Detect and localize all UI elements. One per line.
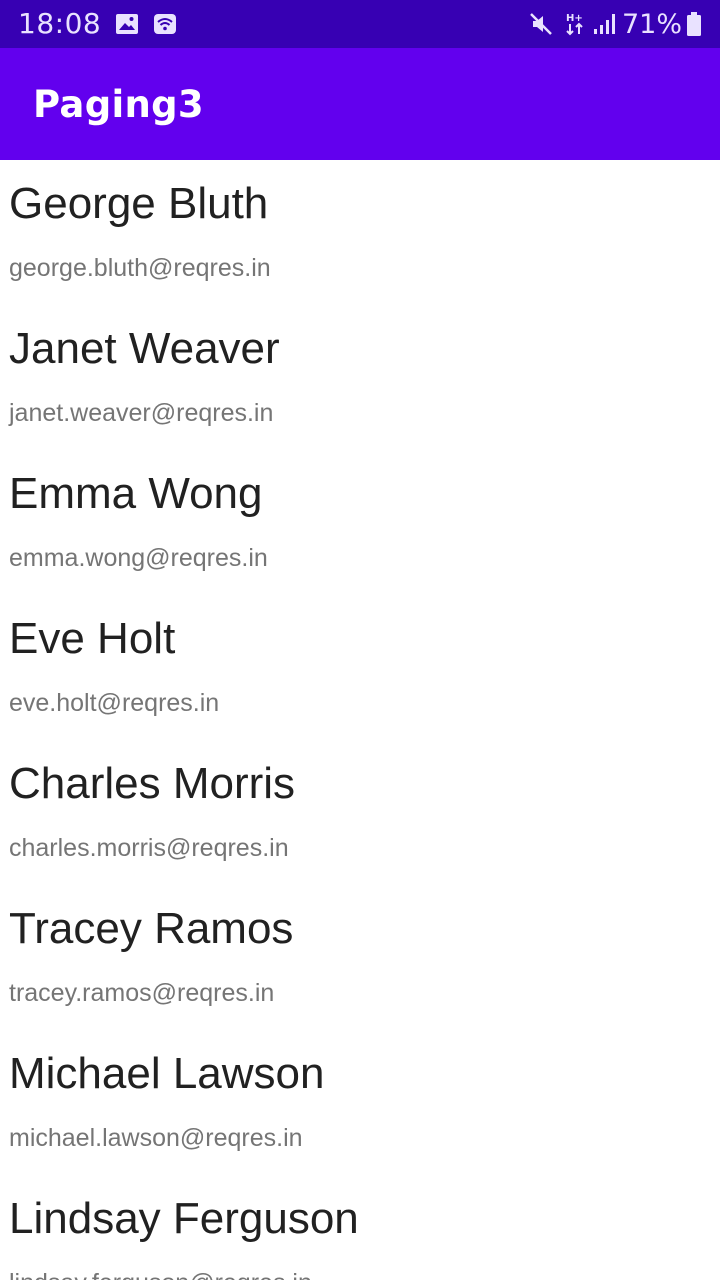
user-email: janet.weaver@reqres.in	[9, 399, 274, 427]
svg-text:H+: H+	[566, 13, 583, 24]
user-name: Emma Wong	[9, 469, 263, 518]
signal-icon	[592, 12, 618, 36]
user-name: George Bluth	[9, 179, 269, 228]
image-icon	[115, 13, 139, 35]
list-item[interactable]: George Bluth george.bluth@reqres.in	[0, 160, 720, 305]
list-item[interactable]: Lindsay Ferguson lindsay.ferguson@reqres…	[0, 1175, 720, 1280]
status-bar: 18:08 H+ 71%	[0, 0, 720, 48]
list-item[interactable]: Emma Wong emma.wong@reqres.in	[0, 450, 720, 595]
user-name: Lindsay Ferguson	[9, 1194, 359, 1243]
user-email: eve.holt@reqres.in	[9, 689, 220, 717]
battery-icon	[686, 11, 702, 37]
status-time: 18:08	[18, 7, 102, 40]
data-transfer-icon: H+	[564, 11, 586, 37]
user-email: lindsay.ferguson@reqres.in	[9, 1269, 312, 1280]
status-right: H+ 71%	[528, 11, 702, 38]
user-email: michael.lawson@reqres.in	[9, 1124, 303, 1152]
status-left: 18:08	[18, 10, 177, 38]
list-item[interactable]: Janet Weaver janet.weaver@reqres.in	[0, 305, 720, 450]
user-name: Janet Weaver	[9, 324, 280, 373]
list-item[interactable]: Eve Holt eve.holt@reqres.in	[0, 595, 720, 740]
app-title: Paging3	[33, 82, 204, 126]
list-item[interactable]: Michael Lawson michael.lawson@reqres.in	[0, 1030, 720, 1175]
list-item[interactable]: Charles Morris charles.morris@reqres.in	[0, 740, 720, 885]
mute-icon	[528, 11, 554, 37]
list-item[interactable]: Tracey Ramos tracey.ramos@reqres.in	[0, 885, 720, 1030]
user-name: Charles Morris	[9, 759, 296, 808]
user-name: Michael Lawson	[9, 1049, 325, 1098]
battery-percentage: 71%	[621, 8, 682, 40]
app-bar: Paging3	[0, 48, 720, 160]
user-email: george.bluth@reqres.in	[9, 254, 271, 282]
user-list[interactable]: George Bluth george.bluth@reqres.in Jane…	[0, 160, 720, 1280]
user-email: charles.morris@reqres.in	[9, 834, 289, 862]
user-email: emma.wong@reqres.in	[9, 544, 268, 572]
user-name: Eve Holt	[9, 614, 176, 663]
user-name: Tracey Ramos	[9, 904, 294, 953]
wifi-hotspot-icon	[153, 13, 177, 35]
user-email: tracey.ramos@reqres.in	[9, 979, 275, 1007]
